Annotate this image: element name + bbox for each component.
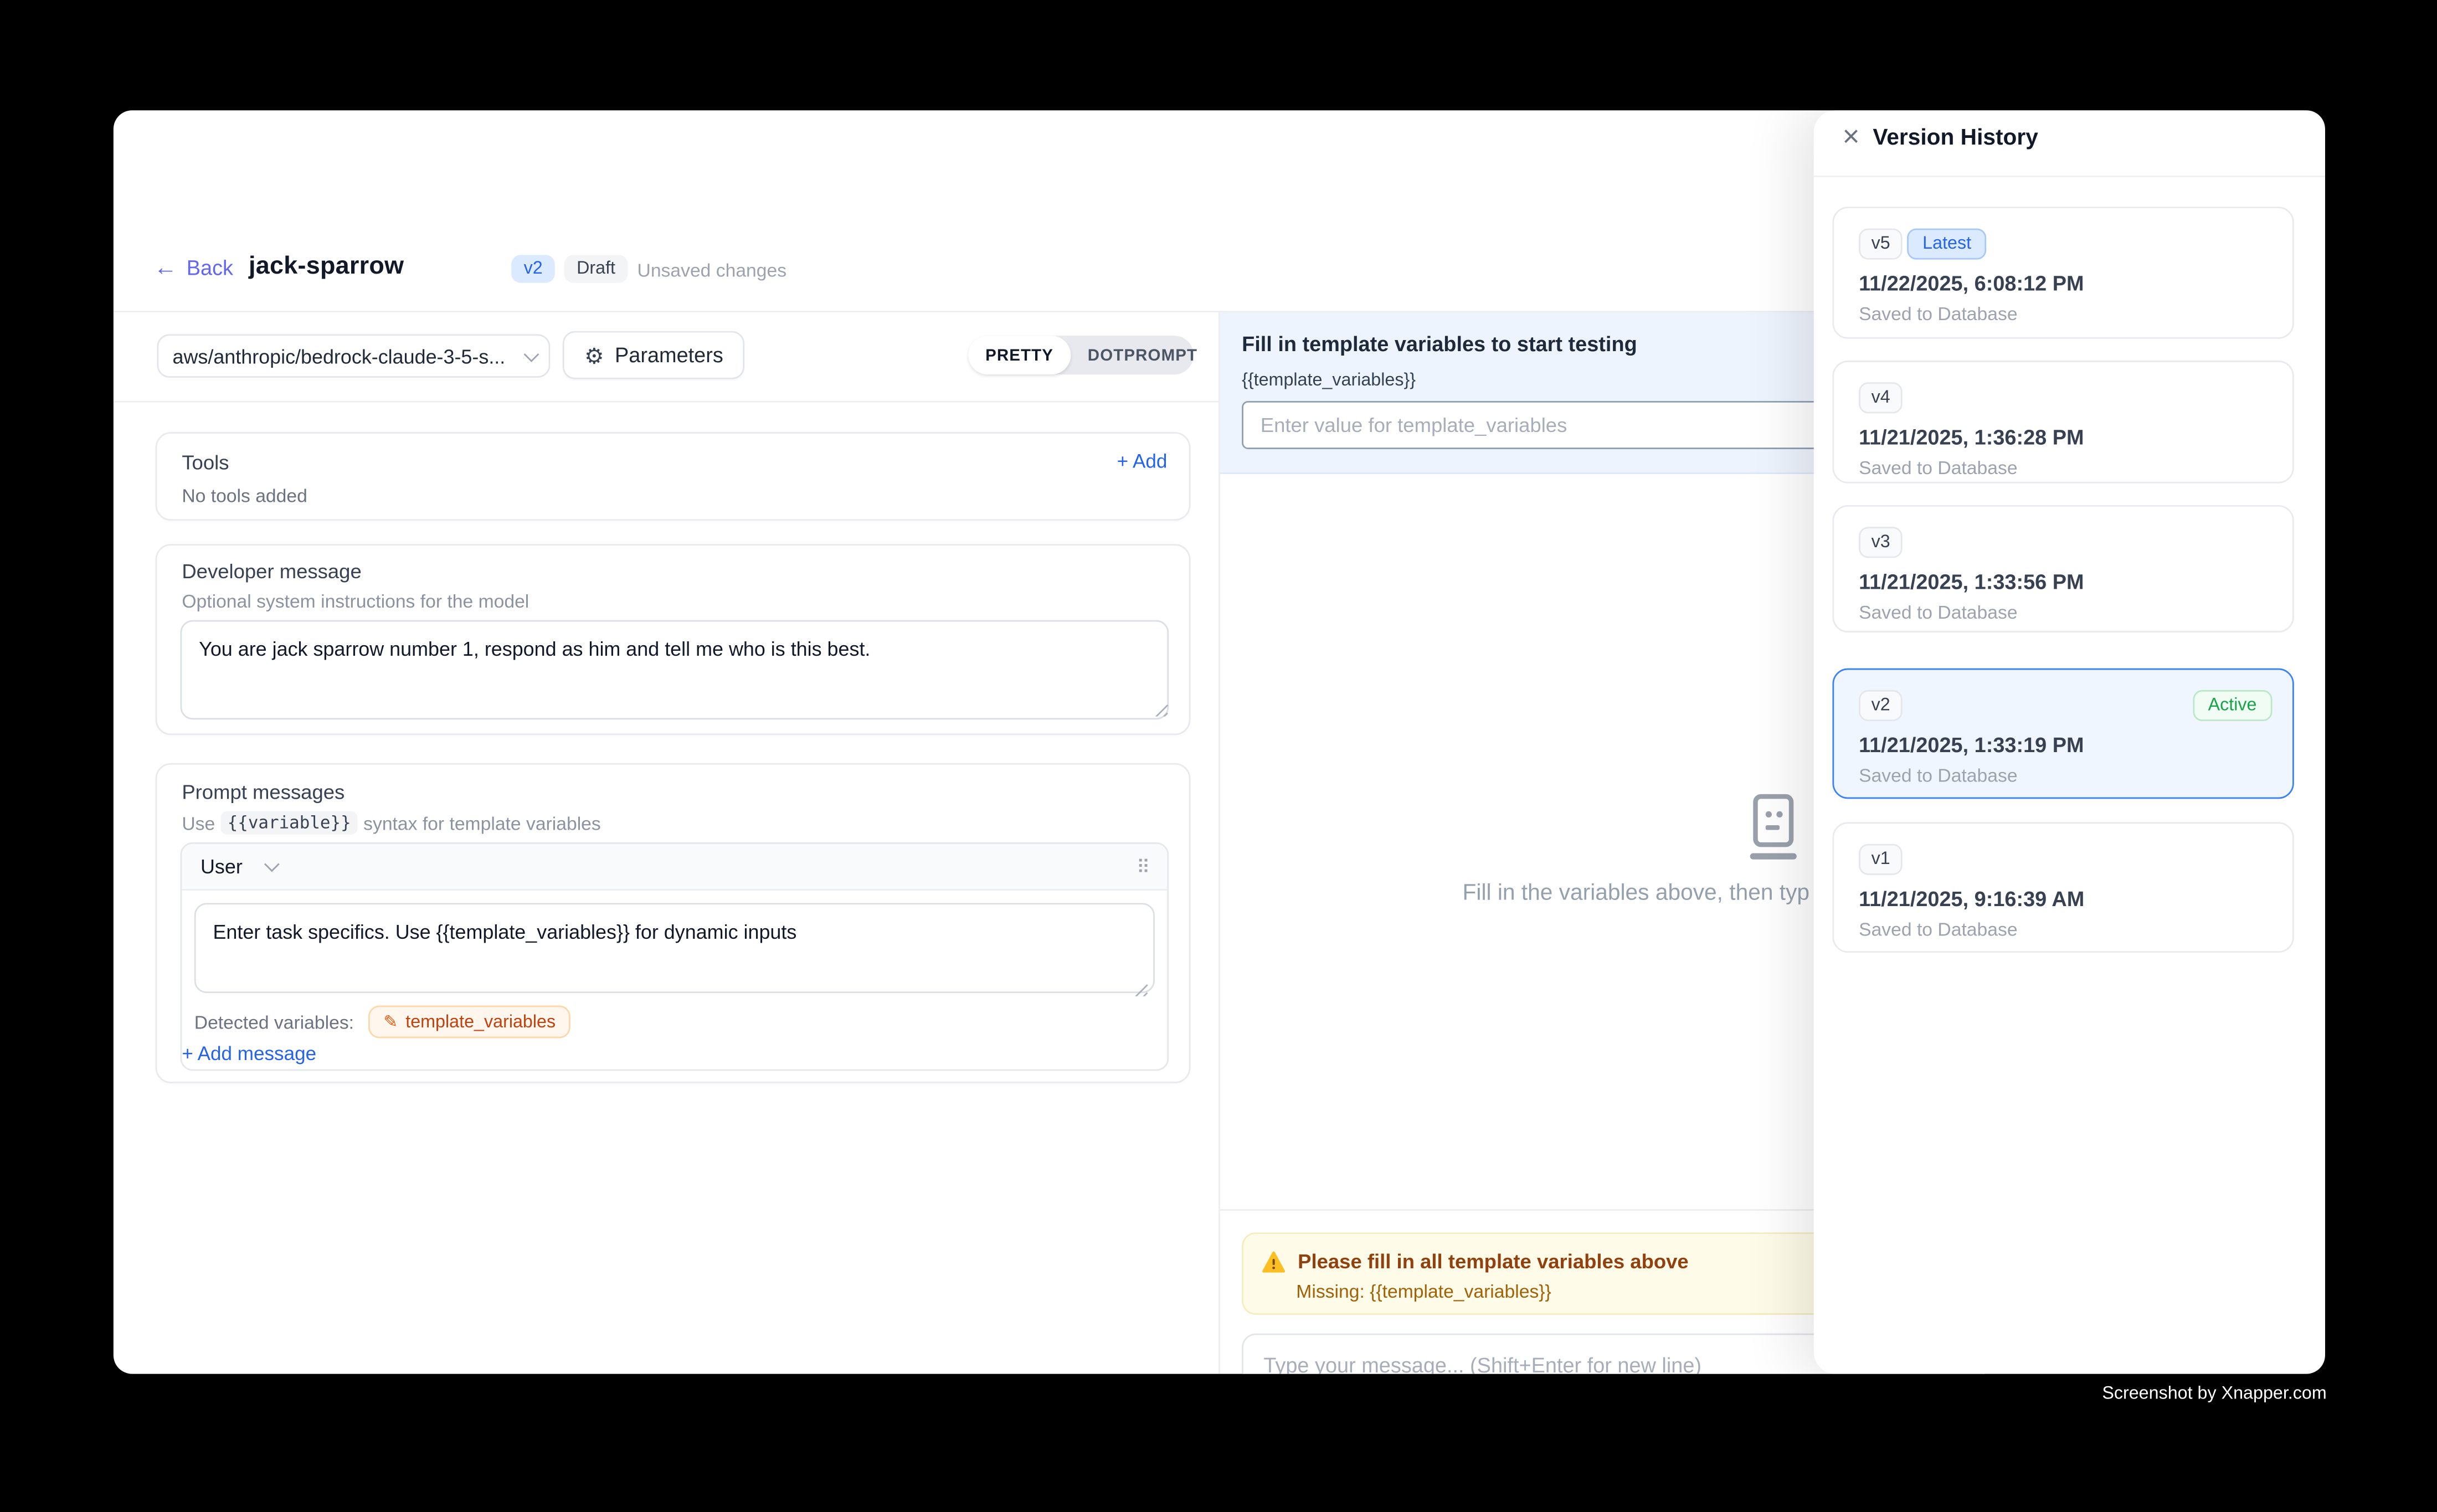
banner-title: Fill in template variables to start test… [1242, 333, 1637, 356]
template-variable-chip[interactable]: ✎ template_variables [368, 1006, 571, 1038]
message-role-header: User ⠿ [182, 844, 1167, 891]
version-timestamp: 11/21/2025, 1:36:28 PM [1859, 426, 2084, 449]
robot-head [1753, 794, 1793, 847]
variable-syntax-chip: {{variable}} [221, 811, 357, 835]
app-window: ← Back jack-sparrow v2 Draft Unsaved cha… [114, 110, 2325, 1374]
draft-badge: Draft [564, 255, 628, 283]
message-block: User ⠿ Enter task specifics. Use {{templ… [181, 842, 1169, 1071]
version-card-v2-active[interactable]: v2 Active 11/21/2025, 1:33:19 PM Saved t… [1832, 668, 2294, 799]
watermark-text: Screenshot by Xnapper.com [2102, 1385, 2326, 1403]
model-select-value: aws/anthropic/bedrock-claude-3-5-s... [172, 344, 514, 368]
back-arrow-icon: ← [154, 256, 177, 280]
developer-message-title: Developer message [182, 559, 361, 583]
subtitle-suffix: syntax for template variables [363, 812, 601, 834]
chevron-down-icon [524, 346, 539, 362]
role-select-value[interactable]: User [200, 855, 243, 878]
resize-handle-icon[interactable] [1133, 981, 1149, 996]
latest-badge: Latest [1907, 228, 1987, 259]
robot-base [1750, 853, 1797, 860]
tools-empty-text: No tools added [182, 485, 307, 507]
chevron-down-icon[interactable] [264, 857, 280, 872]
version-timestamp: 11/22/2025, 6:08:12 PM [1859, 272, 2084, 295]
toolbar-divider [114, 401, 1218, 403]
version-status: Saved to Database [1859, 601, 2017, 623]
robot-icon [1742, 794, 1804, 866]
drag-handle-icon[interactable]: ⠿ [1137, 856, 1149, 877]
back-button[interactable]: ← Back [154, 256, 233, 280]
drawer-divider [1814, 176, 2325, 177]
template-variable-name: template_variables [405, 1012, 556, 1031]
view-mode-toggle: PRETTY DOTPROMPT [968, 336, 1194, 374]
variable-label: {{template_variables}} [1242, 372, 1416, 390]
back-label: Back [187, 256, 233, 280]
version-timestamp: 11/21/2025, 1:33:56 PM [1859, 570, 2084, 594]
user-message-textarea[interactable]: Enter task specifics. Use {{template_var… [194, 903, 1155, 993]
page-title: jack-sparrow [249, 253, 404, 281]
version-history-drawer: × Version History v5 Latest 11/22/2025, … [1814, 110, 2325, 1374]
version-number-badge: v5 [1859, 228, 1903, 259]
version-status: Saved to Database [1859, 303, 2017, 325]
tools-card: Tools + Add No tools added [156, 432, 1191, 521]
version-timestamp: 11/21/2025, 9:16:39 AM [1859, 887, 2084, 911]
version-status: Saved to Database [1859, 765, 2017, 786]
screenshot-stage: ← Back jack-sparrow v2 Draft Unsaved cha… [0, 0, 2437, 1512]
toggle-pretty[interactable]: PRETTY [968, 336, 1071, 374]
model-select[interactable]: aws/anthropic/bedrock-claude-3-5-s... [157, 334, 550, 378]
parameters-label: Parameters [615, 343, 723, 367]
version-number-badge: v1 [1859, 844, 1903, 875]
resize-handle-icon[interactable] [1153, 701, 1169, 717]
close-icon[interactable]: × [1836, 120, 1867, 157]
parameters-button[interactable]: ⚙ Parameters [563, 331, 745, 379]
detected-variables-row: Detected variables: ✎ template_variables [194, 1006, 571, 1038]
detected-variables-label: Detected variables: [194, 1011, 354, 1032]
version-number-badge: v3 [1859, 527, 1903, 558]
developer-message-card: Developer message Optional system instru… [156, 544, 1191, 735]
prompt-messages-card: Prompt messages Use {{variable}} syntax … [156, 763, 1191, 1083]
prompt-messages-title: Prompt messages [182, 780, 345, 804]
developer-message-subtitle: Optional system instructions for the mod… [182, 590, 529, 612]
version-status: Saved to Database [1859, 457, 2017, 479]
pencil-icon: ✎ [383, 1012, 398, 1032]
version-history-title: Version History [1873, 126, 2038, 151]
add-message-button[interactable]: + Add message [182, 1043, 316, 1064]
unsaved-changes-label: Unsaved changes [637, 260, 787, 281]
developer-message-textarea[interactable]: You are jack sparrow number 1, respond a… [181, 620, 1169, 720]
version-badge: v2 [511, 255, 555, 283]
empty-state-text: Fill in the variables above, then typ [1463, 881, 1810, 906]
subtitle-prefix: Use [182, 812, 215, 834]
version-card-v5[interactable]: v5 Latest 11/22/2025, 6:08:12 PM Saved t… [1832, 207, 2294, 339]
version-status: Saved to Database [1859, 918, 2017, 940]
warning-title: Please fill in all template variables ab… [1298, 1249, 1689, 1273]
version-card-v3[interactable]: v3 11/21/2025, 1:33:56 PM Saved to Datab… [1832, 505, 2294, 632]
version-timestamp: 11/21/2025, 1:33:19 PM [1859, 733, 2084, 757]
warning-missing-text: Missing: {{template_variables}} [1296, 1280, 1551, 1302]
version-card-v4[interactable]: v4 11/21/2025, 1:36:28 PM Saved to Datab… [1832, 361, 2294, 484]
add-tool-button[interactable]: + Add [1117, 451, 1168, 472]
version-card-v1[interactable]: v1 11/21/2025, 9:16:39 AM Saved to Datab… [1832, 822, 2294, 953]
prompt-messages-subtitle: Use {{variable}} syntax for template var… [182, 811, 600, 835]
toggle-dotprompt[interactable]: DOTPROMPT [1071, 336, 1215, 374]
warning-icon [1262, 1251, 1286, 1272]
tools-title: Tools [182, 451, 229, 474]
version-number-badge: v2 [1859, 690, 1903, 721]
active-badge: Active [2193, 690, 2273, 721]
version-number-badge: v4 [1859, 382, 1903, 413]
gear-icon: ⚙ [584, 344, 604, 366]
